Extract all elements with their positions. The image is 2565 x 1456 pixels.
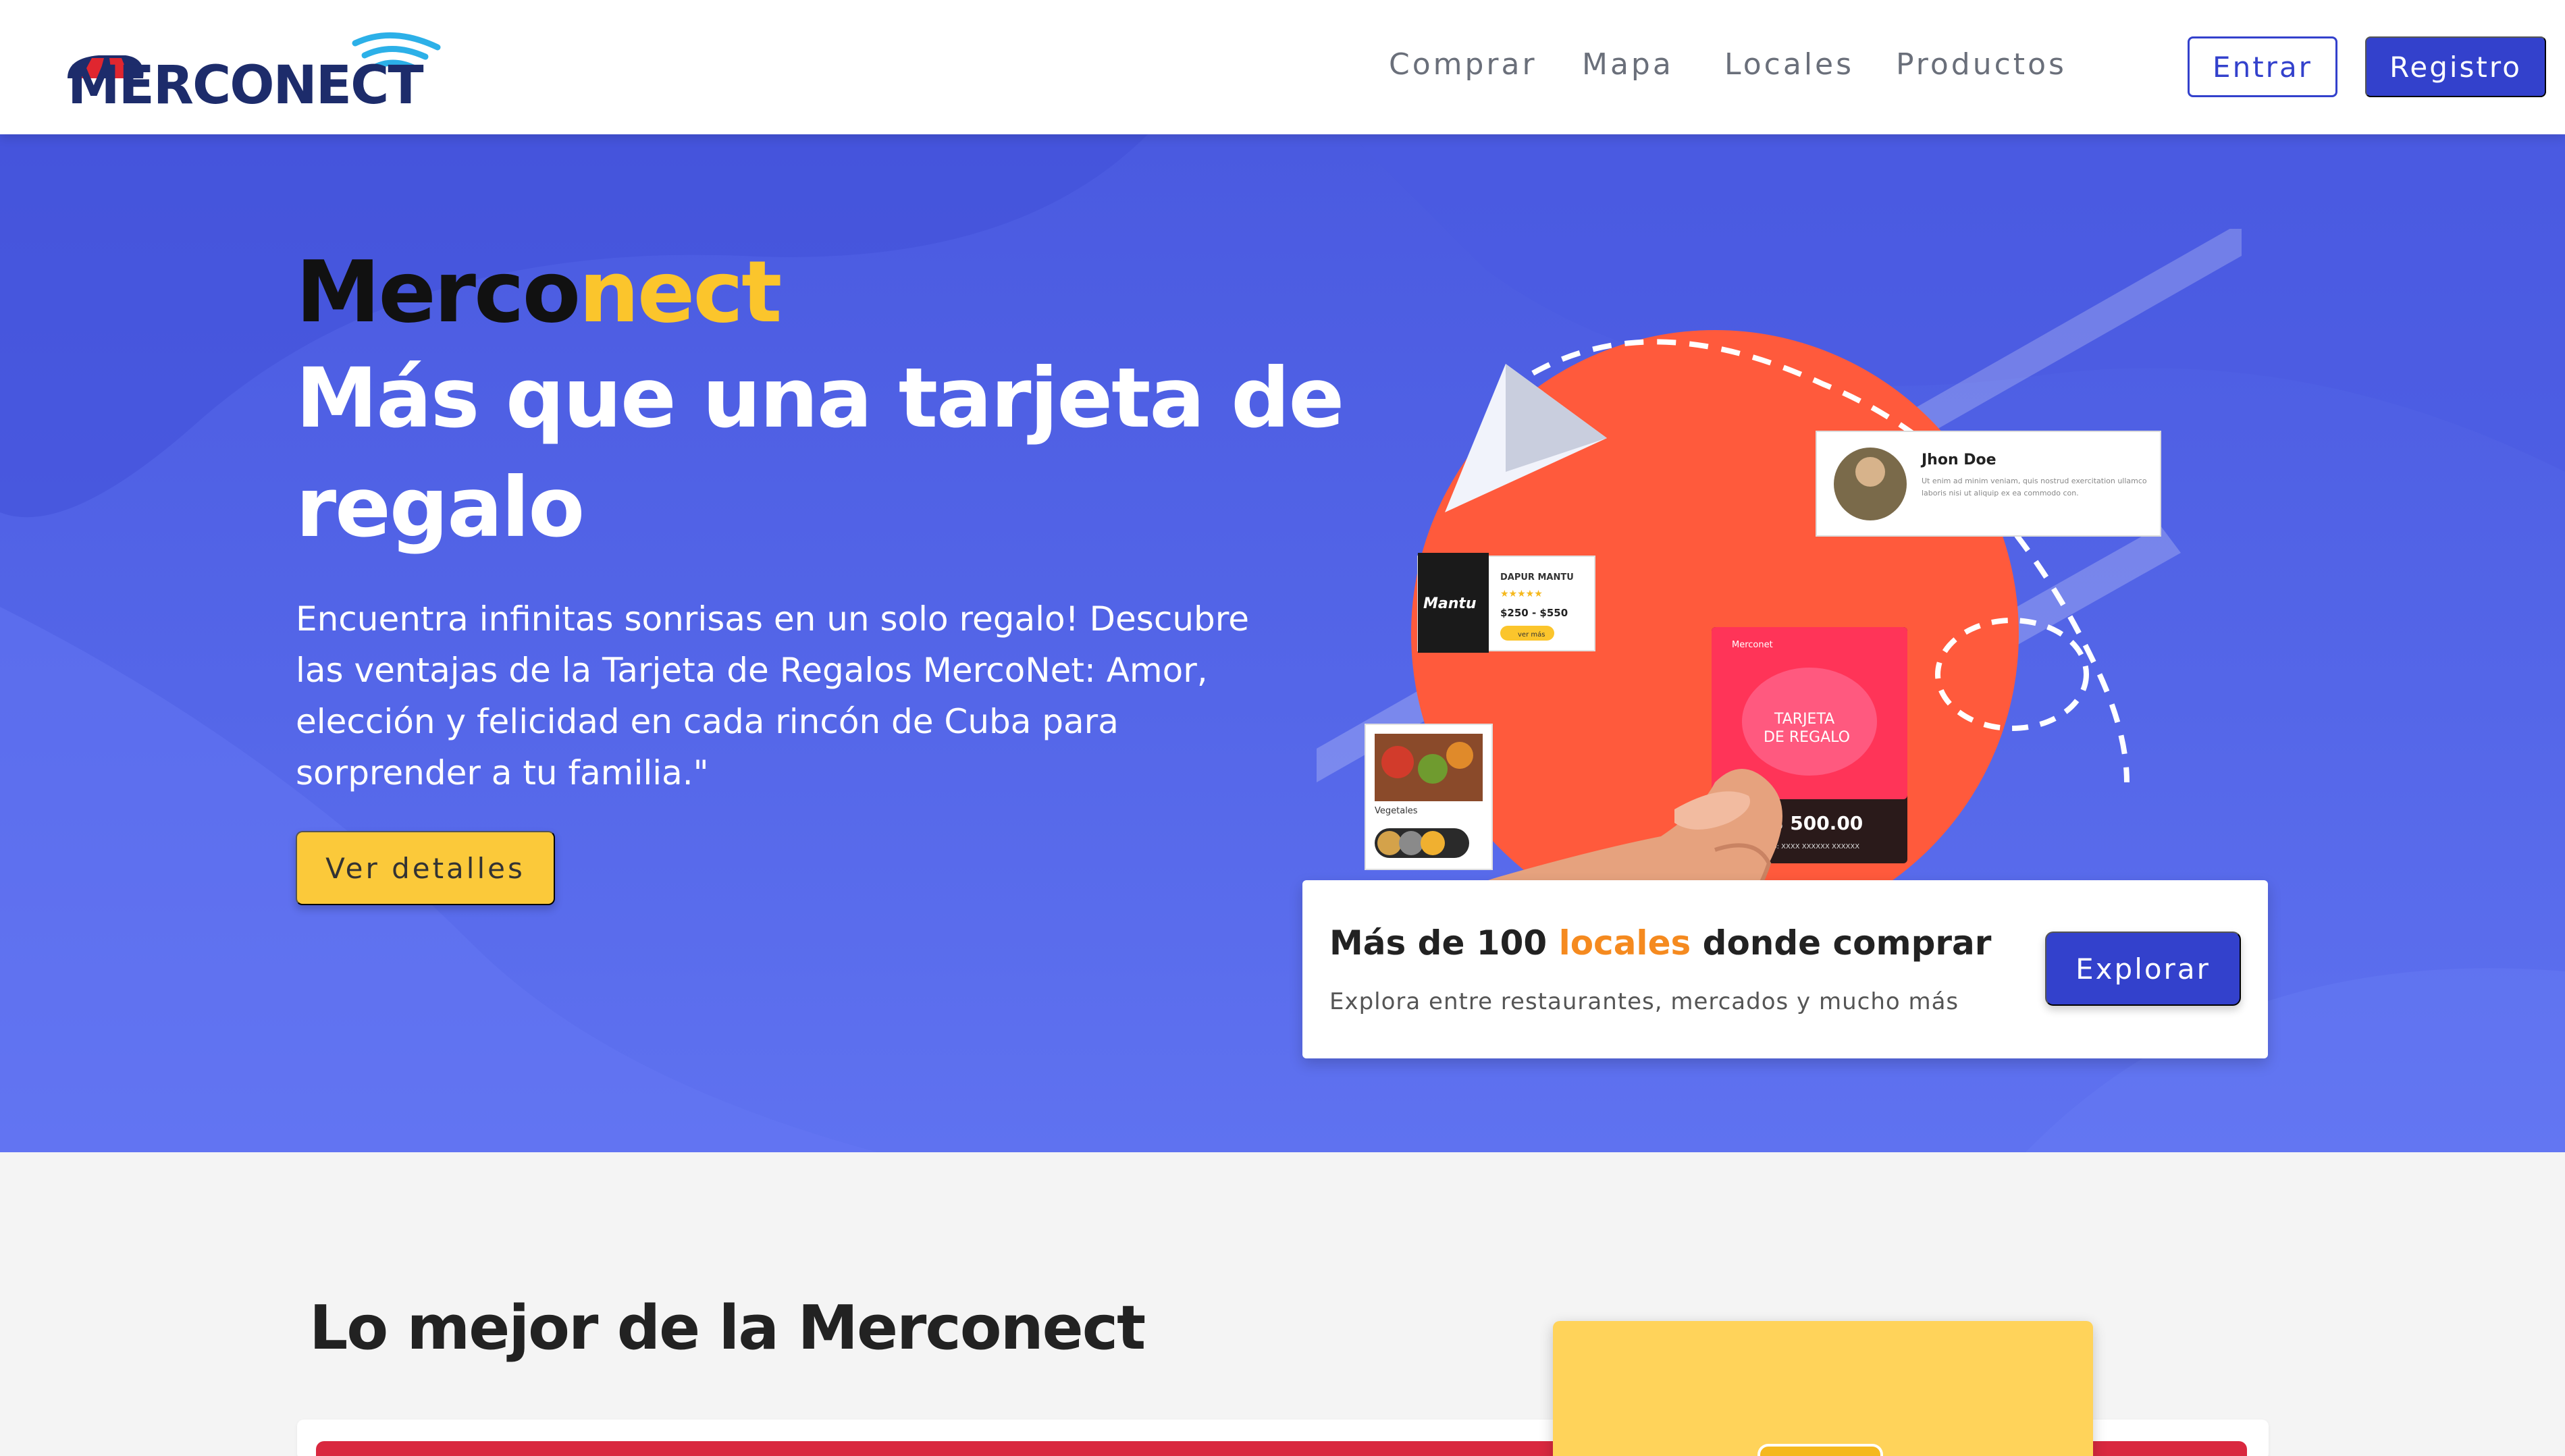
store-button: ver más — [1518, 630, 1545, 639]
details-button[interactable]: Ver detalles — [296, 831, 555, 905]
hero-brand-part1: Merco — [296, 242, 581, 342]
feature-yellow-card — [1553, 1321, 2093, 1456]
promo-title-accent: locales — [1558, 923, 1691, 963]
nav-link-locales[interactable]: Locales — [1724, 47, 1854, 82]
card-amount: $ 500.00 — [1770, 812, 1863, 834]
explore-button[interactable]: Explorar — [2045, 932, 2241, 1006]
svg-text:TARJETA: TARJETA — [1774, 711, 1834, 728]
store-name: DAPUR MANTU — [1500, 572, 1574, 583]
best-of-section: Lo mejor de la Merconect — [0, 1152, 2565, 1456]
login-button[interactable]: Entrar — [2188, 36, 2337, 97]
review-name: Jhon Doe — [1920, 452, 1997, 468]
hero-description: Encuentra infinitas sonrisas en un solo … — [296, 599, 1249, 792]
promo-card: Más de 100 locales donde comprar Explora… — [1302, 880, 2268, 1058]
svg-text:DE REGALO: DE REGALO — [1764, 729, 1850, 746]
store-price: $250 - $550 — [1500, 607, 1568, 619]
promo-title-pre: Más de 100 — [1329, 923, 1559, 963]
hero-brand-part2: nect — [579, 242, 782, 342]
feature-yellow-tab — [1757, 1444, 1883, 1456]
store-logo: Mantu — [1423, 595, 1477, 612]
hero-title: Más que una tarjeta de regalo — [296, 350, 1344, 556]
vegetables-card: Vegetales — [1365, 724, 1493, 870]
navbar: MERCONECT Comprar Mapa Locales Productos… — [0, 0, 2565, 134]
svg-text:★★★★★: ★★★★★ — [1500, 589, 1543, 599]
section-title: Lo mejor de la Merconect — [309, 1293, 1146, 1364]
merconect-logo[interactable]: MERCONECT — [65, 28, 443, 116]
nav-link-productos[interactable]: Productos — [1896, 47, 2067, 82]
register-button[interactable]: Registro — [2365, 36, 2546, 97]
hero-brand: Merconect — [296, 242, 782, 342]
promo-title: Más de 100 locales donde comprar — [1329, 923, 1991, 963]
logo-text: MERCONECT — [68, 55, 424, 116]
promo-title-post: donde comprar — [1691, 923, 1992, 963]
nav-link-comprar[interactable]: Comprar — [1389, 47, 1537, 82]
nav-link-mapa[interactable]: Mapa — [1582, 47, 1674, 82]
review-text: Ut enim ad minim veniam, quis nostrud ex… — [1922, 477, 2147, 497]
store-card: Mantu DAPUR MANTU ★★★★★ $250 - $550 ver … — [1417, 553, 1595, 653]
hero-section: Merconect Más que una tarjeta de regalo … — [0, 134, 2565, 1152]
promo-subtitle: Explora entre restaurantes, mercados y m… — [1329, 988, 1959, 1015]
card-brand: Merconet — [1732, 640, 1773, 650]
review-card: Jhon Doe Ut enim ad minim veniam, quis n… — [1816, 431, 2161, 537]
category-label: Vegetales — [1375, 806, 1418, 816]
